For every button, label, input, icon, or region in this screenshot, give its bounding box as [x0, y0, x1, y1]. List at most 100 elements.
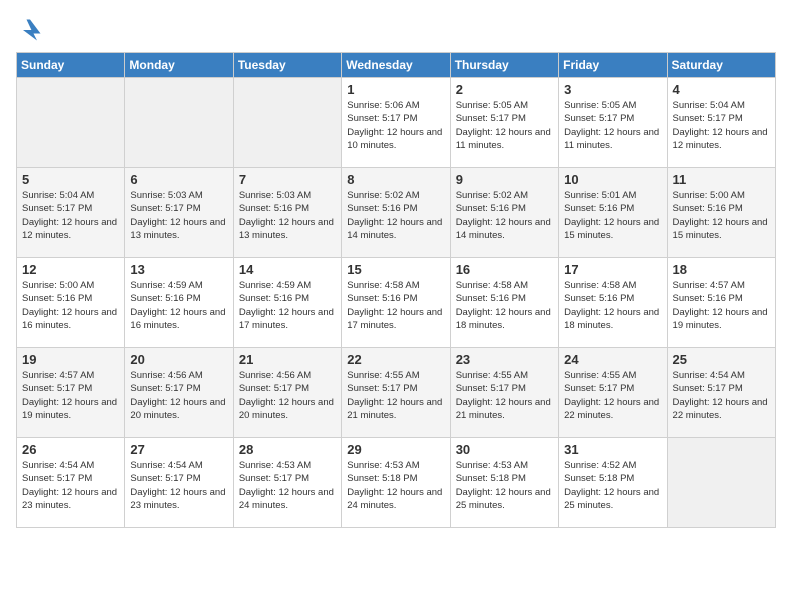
day-number: 20	[130, 352, 227, 367]
day-number: 4	[673, 82, 770, 97]
day-number: 18	[673, 262, 770, 277]
day-number: 31	[564, 442, 661, 457]
logo	[16, 16, 48, 44]
day-info: Sunrise: 5:01 AM Sunset: 5:16 PM Dayligh…	[564, 189, 661, 242]
calendar-cell: 20 Sunrise: 4:56 AM Sunset: 5:17 PM Dayli…	[125, 348, 233, 438]
col-header-sunday: Sunday	[17, 53, 125, 78]
calendar-table: SundayMondayTuesdayWednesdayThursdayFrid…	[16, 52, 776, 528]
calendar-cell: 27 Sunrise: 4:54 AM Sunset: 5:17 PM Dayli…	[125, 438, 233, 528]
day-info: Sunrise: 5:03 AM Sunset: 5:17 PM Dayligh…	[130, 189, 227, 242]
calendar-cell: 28 Sunrise: 4:53 AM Sunset: 5:17 PM Dayli…	[233, 438, 341, 528]
day-info: Sunrise: 5:04 AM Sunset: 5:17 PM Dayligh…	[22, 189, 119, 242]
day-info: Sunrise: 5:00 AM Sunset: 5:16 PM Dayligh…	[673, 189, 770, 242]
calendar-cell	[667, 438, 775, 528]
day-info: Sunrise: 4:58 AM Sunset: 5:16 PM Dayligh…	[456, 279, 553, 332]
calendar-cell: 7Sunrise: 5:03 AM Sunset: 5:16 PM Daylig…	[233, 168, 341, 258]
day-info: Sunrise: 4:59 AM Sunset: 5:16 PM Dayligh…	[239, 279, 336, 332]
calendar-cell: 12Sunrise: 5:00 AM Sunset: 5:16 PM Dayli…	[17, 258, 125, 348]
calendar-cell: 25 Sunrise: 4:54 AM Sunset: 5:17 PM Dayli…	[667, 348, 775, 438]
calendar-week-2: 5 Sunrise: 5:04 AM Sunset: 5:17 PM Daylig…	[17, 168, 776, 258]
day-number: 10	[564, 172, 661, 187]
calendar-cell: 26 Sunrise: 4:54 AM Sunset: 5:17 PM Dayli…	[17, 438, 125, 528]
day-number: 2	[456, 82, 553, 97]
calendar-cell: 3 Sunrise: 5:05 AM Sunset: 5:17 PM Daylig…	[559, 78, 667, 168]
day-info: Sunrise: 4:55 AM Sunset: 5:17 PM Dayligh…	[564, 369, 661, 422]
col-header-thursday: Thursday	[450, 53, 558, 78]
calendar-cell: 4 Sunrise: 5:04 AM Sunset: 5:17 PM Daylig…	[667, 78, 775, 168]
day-number: 16	[456, 262, 553, 277]
day-number: 29	[347, 442, 444, 457]
day-info: Sunrise: 4:54 AM Sunset: 5:17 PM Dayligh…	[22, 459, 119, 512]
day-number: 17	[564, 262, 661, 277]
day-info: Sunrise: 5:02 AM Sunset: 5:16 PM Dayligh…	[456, 189, 553, 242]
calendar-cell: 15Sunrise: 4:58 AM Sunset: 5:16 PM Dayli…	[342, 258, 450, 348]
day-number: 13	[130, 262, 227, 277]
calendar-cell: 23 Sunrise: 4:55 AM Sunset: 5:17 PM Dayli…	[450, 348, 558, 438]
day-info: Sunrise: 5:04 AM Sunset: 5:17 PM Dayligh…	[673, 99, 770, 152]
day-number: 15	[347, 262, 444, 277]
calendar-cell: 6 Sunrise: 5:03 AM Sunset: 5:17 PM Daylig…	[125, 168, 233, 258]
col-header-friday: Friday	[559, 53, 667, 78]
calendar-cell: 2 Sunrise: 5:05 AM Sunset: 5:17 PM Daylig…	[450, 78, 558, 168]
calendar-cell: 1Sunrise: 5:06 AM Sunset: 5:17 PM Daylig…	[342, 78, 450, 168]
day-info: Sunrise: 4:56 AM Sunset: 5:17 PM Dayligh…	[130, 369, 227, 422]
day-info: Sunrise: 4:54 AM Sunset: 5:17 PM Dayligh…	[673, 369, 770, 422]
day-info: Sunrise: 4:56 AM Sunset: 5:17 PM Dayligh…	[239, 369, 336, 422]
calendar-cell: 13 Sunrise: 4:59 AM Sunset: 5:16 PM Dayli…	[125, 258, 233, 348]
day-info: Sunrise: 5:02 AM Sunset: 5:16 PM Dayligh…	[347, 189, 444, 242]
calendar-cell: 21 Sunrise: 4:56 AM Sunset: 5:17 PM Dayli…	[233, 348, 341, 438]
day-number: 8	[347, 172, 444, 187]
day-number: 26	[22, 442, 119, 457]
page-header	[16, 16, 776, 44]
col-header-saturday: Saturday	[667, 53, 775, 78]
day-number: 25	[673, 352, 770, 367]
day-info: Sunrise: 4:54 AM Sunset: 5:17 PM Dayligh…	[130, 459, 227, 512]
calendar-cell: 18 Sunrise: 4:57 AM Sunset: 5:16 PM Dayli…	[667, 258, 775, 348]
calendar-cell: 30Sunrise: 4:53 AM Sunset: 5:18 PM Dayli…	[450, 438, 558, 528]
day-number: 3	[564, 82, 661, 97]
day-number: 11	[673, 172, 770, 187]
day-info: Sunrise: 4:53 AM Sunset: 5:18 PM Dayligh…	[456, 459, 553, 512]
day-info: Sunrise: 4:53 AM Sunset: 5:18 PM Dayligh…	[347, 459, 444, 512]
calendar-cell: 29 Sunrise: 4:53 AM Sunset: 5:18 PM Dayli…	[342, 438, 450, 528]
day-info: Sunrise: 5:05 AM Sunset: 5:17 PM Dayligh…	[564, 99, 661, 152]
calendar-cell: 22 Sunrise: 4:55 AM Sunset: 5:17 PM Dayli…	[342, 348, 450, 438]
day-info: Sunrise: 4:53 AM Sunset: 5:17 PM Dayligh…	[239, 459, 336, 512]
calendar-cell: 31Sunrise: 4:52 AM Sunset: 5:18 PM Dayli…	[559, 438, 667, 528]
calendar-cell: 17 Sunrise: 4:58 AM Sunset: 5:16 PM Dayli…	[559, 258, 667, 348]
calendar-cell: 24 Sunrise: 4:55 AM Sunset: 5:17 PM Dayli…	[559, 348, 667, 438]
day-info: Sunrise: 4:59 AM Sunset: 5:16 PM Dayligh…	[130, 279, 227, 332]
calendar-header-row: SundayMondayTuesdayWednesdayThursdayFrid…	[17, 53, 776, 78]
day-info: Sunrise: 4:55 AM Sunset: 5:17 PM Dayligh…	[456, 369, 553, 422]
day-number: 12	[22, 262, 119, 277]
day-number: 5	[22, 172, 119, 187]
calendar-cell: 10 Sunrise: 5:01 AM Sunset: 5:16 PM Dayli…	[559, 168, 667, 258]
calendar-cell: 8 Sunrise: 5:02 AM Sunset: 5:16 PM Daylig…	[342, 168, 450, 258]
day-number: 24	[564, 352, 661, 367]
day-info: Sunrise: 5:03 AM Sunset: 5:16 PM Dayligh…	[239, 189, 336, 242]
day-number: 6	[130, 172, 227, 187]
day-info: Sunrise: 4:58 AM Sunset: 5:16 PM Dayligh…	[564, 279, 661, 332]
calendar-cell: 16 Sunrise: 4:58 AM Sunset: 5:16 PM Dayli…	[450, 258, 558, 348]
calendar-cell	[233, 78, 341, 168]
calendar-cell: 5 Sunrise: 5:04 AM Sunset: 5:17 PM Daylig…	[17, 168, 125, 258]
calendar-week-3: 12Sunrise: 5:00 AM Sunset: 5:16 PM Dayli…	[17, 258, 776, 348]
day-info: Sunrise: 5:05 AM Sunset: 5:17 PM Dayligh…	[456, 99, 553, 152]
calendar-cell	[17, 78, 125, 168]
calendar-week-1: 1Sunrise: 5:06 AM Sunset: 5:17 PM Daylig…	[17, 78, 776, 168]
calendar-cell	[125, 78, 233, 168]
day-number: 23	[456, 352, 553, 367]
day-number: 27	[130, 442, 227, 457]
calendar-week-5: 26 Sunrise: 4:54 AM Sunset: 5:17 PM Dayli…	[17, 438, 776, 528]
day-number: 28	[239, 442, 336, 457]
col-header-tuesday: Tuesday	[233, 53, 341, 78]
day-info: Sunrise: 4:55 AM Sunset: 5:17 PM Dayligh…	[347, 369, 444, 422]
logo-icon	[16, 16, 44, 44]
day-number: 21	[239, 352, 336, 367]
calendar-cell: 14Sunrise: 4:59 AM Sunset: 5:16 PM Dayli…	[233, 258, 341, 348]
calendar-week-4: 19Sunrise: 4:57 AM Sunset: 5:17 PM Dayli…	[17, 348, 776, 438]
calendar-cell: 9Sunrise: 5:02 AM Sunset: 5:16 PM Daylig…	[450, 168, 558, 258]
day-info: Sunrise: 4:57 AM Sunset: 5:16 PM Dayligh…	[673, 279, 770, 332]
day-number: 22	[347, 352, 444, 367]
calendar-cell: 11 Sunrise: 5:00 AM Sunset: 5:16 PM Dayli…	[667, 168, 775, 258]
